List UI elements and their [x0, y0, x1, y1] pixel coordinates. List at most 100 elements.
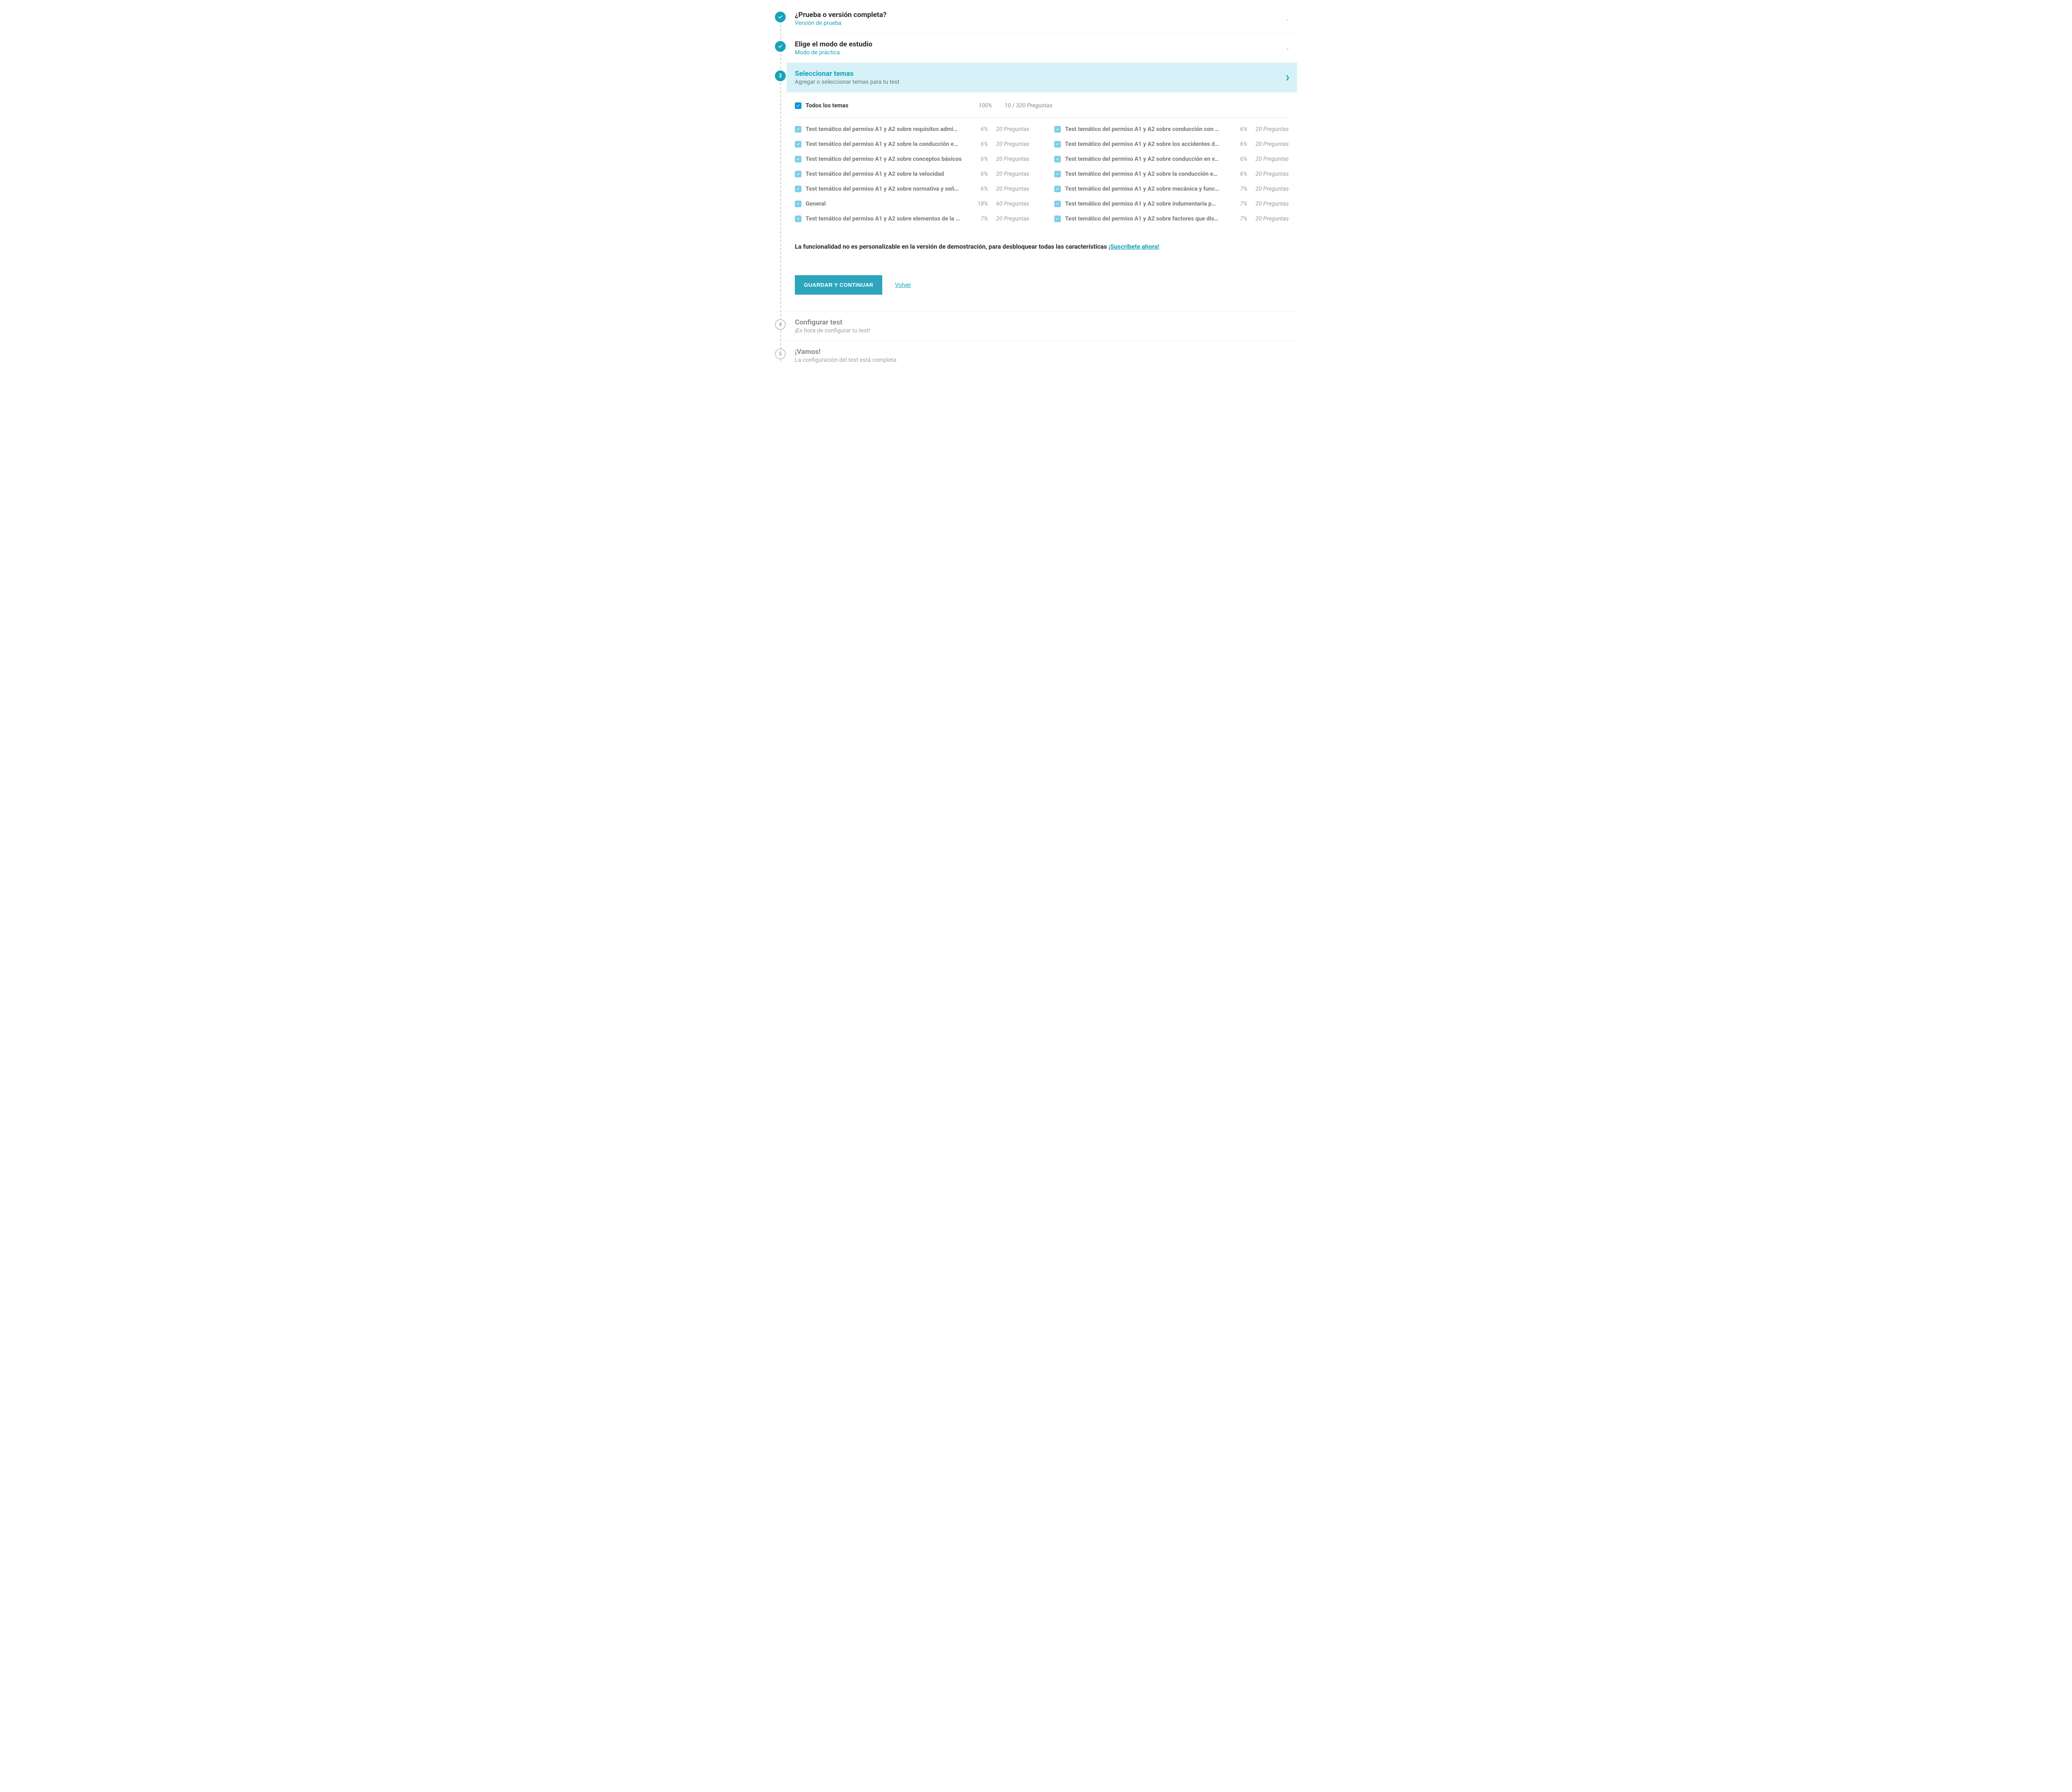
topic-count: 20 Preguntas: [1251, 126, 1289, 133]
topic-pct: 6%: [967, 126, 988, 133]
checkbox-topic[interactable]: [795, 216, 801, 222]
step-3[interactable]: 3 Seleccionar temas Agregar o selecciona…: [775, 63, 1297, 92]
chevron-down-icon: ⌄: [1285, 45, 1290, 51]
topic-label: General: [806, 201, 963, 207]
check-icon: [1055, 217, 1060, 221]
step-4-sub: ¡Es hora de configurar tu test!: [795, 327, 1290, 334]
check-icon: [777, 44, 783, 49]
topic-label: Test temático del permiso A1 y A2 sobre …: [806, 186, 963, 192]
topics-right-column: Test temático del permiso A1 y A2 sobre …: [1054, 126, 1289, 222]
topic-label: Test temático del permiso A1 y A2 sobre …: [1065, 171, 1222, 177]
checkbox-topic[interactable]: [1054, 126, 1061, 133]
topic-label: Test temático del permiso A1 y A2 sobre …: [806, 171, 963, 177]
checkbox-topic[interactable]: [1054, 141, 1061, 148]
topic-pct: 6%: [967, 156, 988, 162]
all-topics-pct: 100%: [967, 102, 992, 109]
topic-label: Test temático del permiso A1 y A2 sobre …: [1065, 126, 1222, 133]
topic-row: Test temático del permiso A1 y A2 sobre …: [795, 186, 1029, 192]
topic-pct: 6%: [1227, 171, 1247, 177]
checkbox-topic[interactable]: [1054, 216, 1061, 222]
checkbox-topic[interactable]: [1054, 201, 1061, 207]
step-5-sub: La configuración del test está completa: [795, 357, 1290, 363]
check-icon: [796, 142, 800, 146]
subscribe-link[interactable]: ¡Suscríbete ahora!: [1109, 243, 1159, 250]
check-icon: [796, 172, 800, 176]
step-3-content: Todos los temas 100% 10 / 320 Preguntas …: [775, 92, 1297, 312]
step-4-title: Configurar test: [795, 318, 1290, 327]
topic-row: Test temático del permiso A1 y A2 sobre …: [1054, 201, 1289, 207]
topic-count: 20 Preguntas: [992, 186, 1029, 192]
topics-all-row: Todos los temas 100% 10 / 320 Preguntas: [795, 102, 1289, 118]
topic-count: 20 Preguntas: [992, 216, 1029, 222]
topic-pct: 7%: [1227, 201, 1247, 207]
topic-count: 20 Preguntas: [992, 156, 1029, 162]
check-icon: [1055, 202, 1060, 206]
topic-pct: 7%: [967, 216, 988, 222]
check-icon: [796, 157, 800, 161]
step-2[interactable]: Elige el modo de estudio Modo de práctic…: [775, 34, 1297, 63]
checkbox-topic[interactable]: [795, 201, 801, 207]
checkbox-topic[interactable]: [795, 171, 801, 177]
demo-note-text: La funcionalidad no es personalizable en…: [795, 243, 1109, 250]
checkbox-all-topics[interactable]: [795, 102, 801, 109]
topic-label: Test temático del permiso A1 y A2 sobre …: [806, 126, 963, 133]
topic-pct: 7%: [1227, 216, 1247, 222]
topic-label: Test temático del permiso A1 y A2 sobre …: [1065, 156, 1222, 162]
back-link[interactable]: Volver: [895, 282, 911, 288]
topic-row: Test temático del permiso A1 y A2 sobre …: [1054, 141, 1289, 148]
checkbox-topic[interactable]: [1054, 186, 1061, 192]
topic-label: Test temático del permiso A1 y A2 sobre …: [1065, 201, 1222, 207]
topic-row: Test temático del permiso A1 y A2 sobre …: [795, 126, 1029, 133]
topic-pct: 6%: [1227, 126, 1247, 133]
topic-pct: 6%: [967, 171, 988, 177]
step-1-marker-done: [775, 12, 786, 22]
topic-label: Test temático del permiso A1 y A2 sobre …: [1065, 141, 1222, 148]
topic-row: Test temático del permiso A1 y A2 sobre …: [795, 156, 1029, 162]
topic-count: 20 Preguntas: [1251, 141, 1289, 148]
checkbox-topic[interactable]: [1054, 156, 1061, 162]
topic-label: Test temático del permiso A1 y A2 sobre …: [1065, 186, 1222, 192]
topic-count: 20 Preguntas: [992, 171, 1029, 177]
chevron-right-icon: ❯: [1285, 75, 1290, 80]
demo-note: La funcionalidad no es personalizable en…: [795, 243, 1289, 250]
topic-label: Test temático del permiso A1 y A2 sobre …: [806, 141, 963, 148]
topic-label: Test temático del permiso A1 y A2 sobre …: [1065, 216, 1222, 222]
topic-row: General 18% 60 Preguntas: [795, 201, 1029, 207]
topic-row: Test temático del permiso A1 y A2 sobre …: [1054, 171, 1289, 177]
step-3-sub: Agregar o seleccionar temas para tu test: [795, 79, 1290, 85]
check-icon: [796, 217, 800, 221]
topic-count: 20 Preguntas: [1251, 156, 1289, 162]
check-icon: [796, 187, 800, 191]
topic-count: 20 Preguntas: [992, 141, 1029, 148]
check-icon: [1055, 142, 1060, 146]
checkbox-topic[interactable]: [1054, 171, 1061, 177]
topic-pct: 6%: [1227, 141, 1247, 148]
check-icon: [1055, 127, 1060, 131]
topic-row: Test temático del permiso A1 y A2 sobre …: [1054, 186, 1289, 192]
step-1-sub: Versión de prueba: [795, 20, 1290, 27]
checkbox-topic[interactable]: [795, 186, 801, 192]
checkbox-topic[interactable]: [795, 141, 801, 148]
step-1[interactable]: ¿Prueba o versión completa? Versión de p…: [775, 4, 1297, 34]
actions-row: GUARDAR Y CONTINUAR Volver: [795, 275, 1289, 295]
topic-label: Test temático del permiso A1 y A2 sobre …: [806, 156, 963, 162]
step-4: 4 Configurar test ¡Es hora de configurar…: [775, 312, 1297, 341]
topic-row: Test temático del permiso A1 y A2 sobre …: [1054, 156, 1289, 162]
step-5: 5 ¡Vamos! La configuración del test está…: [775, 341, 1297, 370]
topic-count: 60 Preguntas: [992, 201, 1029, 207]
topic-pct: 18%: [967, 201, 988, 207]
step-4-marker-pending: 4: [775, 319, 786, 330]
checkbox-topic[interactable]: [795, 156, 801, 162]
topic-count: 20 Preguntas: [992, 126, 1029, 133]
all-topics-label: Todos los temas: [806, 102, 963, 109]
topic-count: 20 Preguntas: [1251, 171, 1289, 177]
step-1-title: ¿Prueba o versión completa?: [795, 11, 1290, 19]
topic-row: Test temático del permiso A1 y A2 sobre …: [795, 141, 1029, 148]
step-2-sub: Modo de práctica: [795, 49, 1290, 56]
topic-pct: 6%: [1227, 156, 1247, 162]
check-icon: [796, 127, 800, 131]
topic-pct: 6%: [967, 141, 988, 148]
save-continue-button[interactable]: GUARDAR Y CONTINUAR: [795, 275, 882, 295]
topic-count: 20 Preguntas: [1251, 216, 1289, 222]
checkbox-topic[interactable]: [795, 126, 801, 133]
